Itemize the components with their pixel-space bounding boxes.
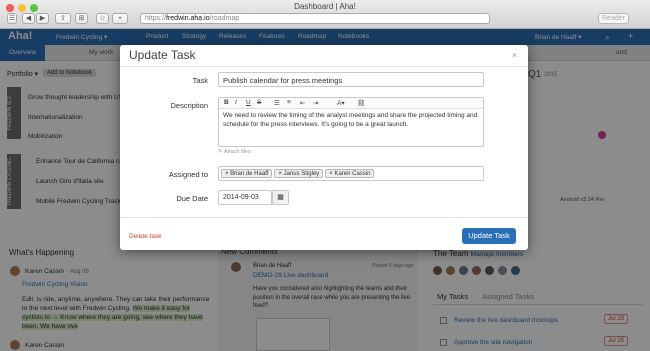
assignee-tag[interactable]: × Brian de Haaff xyxy=(221,169,273,178)
assignee-tag[interactable]: × Janus Stigley xyxy=(274,169,324,178)
underline-icon[interactable]: U xyxy=(246,99,251,106)
assigned-label: Assigned to xyxy=(168,170,208,179)
assignee-tag[interactable]: × Karen Cassin xyxy=(325,169,375,178)
modal-title: Update Task xyxy=(129,48,196,62)
browser-chrome: Dashboard | Aha! ☰ ◀ ▶ ⇧ ⊞ ☆ + https://f… xyxy=(0,0,650,29)
outdent-icon[interactable]: ⇤ xyxy=(300,99,305,107)
calendar-icon[interactable]: ▦ xyxy=(272,190,289,205)
divider xyxy=(120,217,528,218)
url-path: /roadmap xyxy=(209,15,240,22)
back-button[interactable]: ◀ xyxy=(22,13,35,24)
numbered-list-icon[interactable]: ≡ xyxy=(287,99,291,106)
delete-task-link[interactable]: Delete task xyxy=(129,233,162,240)
strikethrough-icon[interactable]: S xyxy=(257,99,261,106)
description-label: Description xyxy=(170,101,208,110)
indent-icon[interactable]: ⇥ xyxy=(313,99,318,107)
share-button[interactable]: ⇧ xyxy=(55,13,71,24)
window-title: Dashboard | Aha! xyxy=(294,2,356,11)
description-editor[interactable]: B I U S ☰ ≡ ⇤ ⇥ A▾ ⛓ We need to review t… xyxy=(218,97,484,147)
bookmarks-button[interactable]: ☆ xyxy=(96,13,109,24)
forward-button[interactable]: ▶ xyxy=(36,13,49,24)
due-date-input[interactable]: 2014-09-03 xyxy=(218,190,272,205)
editor-toolbar: B I U S ☰ ≡ ⇤ ⇥ A▾ ⛓ xyxy=(219,98,483,109)
url-prefix: https:// xyxy=(145,15,167,22)
sidebar-toggle-icon[interactable]: ☰ xyxy=(7,13,17,24)
divider xyxy=(120,66,528,67)
italic-icon[interactable]: I xyxy=(235,99,237,106)
due-date-label: Due Date xyxy=(176,194,208,203)
task-input[interactable]: Publish calendar for press meetings xyxy=(218,72,484,87)
task-label: Task xyxy=(192,76,208,85)
text-color-icon[interactable]: A▾ xyxy=(337,99,345,107)
bullet-list-icon[interactable]: ☰ xyxy=(274,99,280,107)
assignee-field[interactable]: × Brian de Haaff × Janus Stigley × Karen C… xyxy=(218,166,484,181)
description-text: We need to review the timing of the anal… xyxy=(223,112,478,128)
update-task-button[interactable]: Update Task xyxy=(462,228,516,244)
close-icon[interactable]: × xyxy=(512,50,517,60)
update-task-modal: Update Task × Task Publish calendar for … xyxy=(120,45,528,250)
link-icon[interactable]: ⛓ xyxy=(357,99,365,107)
attach-files-link[interactable]: ✎ Attach files xyxy=(218,149,251,155)
tabs-button[interactable]: ⊞ xyxy=(75,13,88,24)
address-bar[interactable]: https://fredwin.aha.io/roadmap xyxy=(140,13,490,24)
add-button[interactable]: + xyxy=(112,13,128,24)
reader-button[interactable]: Reader xyxy=(598,13,629,24)
url-host: fredwin.aha.io xyxy=(166,15,210,22)
bold-icon[interactable]: B xyxy=(224,99,229,106)
